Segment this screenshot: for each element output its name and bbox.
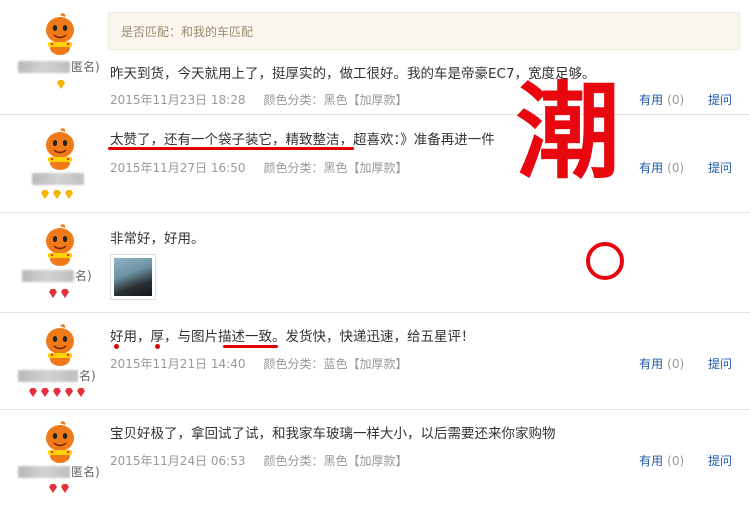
- blurred-username: [22, 269, 74, 282]
- review-photo-thumbnail[interactable]: [110, 254, 156, 300]
- red-underline-annotation: [223, 345, 278, 348]
- diamond-icon: [61, 289, 69, 298]
- review-item: 名) 非常好，好用。: [0, 213, 750, 313]
- blurred-username: [18, 465, 70, 478]
- ask-button[interactable]: 提问: [708, 454, 732, 468]
- review-variant: 颜色分类：黑色【加厚款】: [263, 454, 408, 468]
- review-content-rest: ，超喜欢：》准备再进一件: [339, 132, 495, 148]
- review-date: 2015年11月24日 06:53: [110, 454, 246, 468]
- diamond-icon: [49, 484, 57, 493]
- review-content-part: 。发货快，快递迅速，给五星评！: [272, 329, 475, 345]
- user-avatar[interactable]: [38, 12, 82, 56]
- username[interactable]: 名): [18, 367, 96, 383]
- mascot-avatar-icon: [45, 223, 75, 267]
- review-variant: 颜色分类：黑色【加厚款】: [263, 93, 408, 107]
- blurred-username: [32, 172, 84, 185]
- diamond-icon: [41, 190, 49, 199]
- useful-label: 有用: [639, 454, 664, 468]
- review-actions: 有用 (0) 提问: [639, 355, 732, 372]
- anonymous-label: 名): [75, 269, 92, 283]
- diamond-icon: [65, 388, 73, 397]
- blurred-username: [18, 60, 70, 73]
- review-content: 好用，厚，与图片描述一致。发货快，快递迅速，给五星评！: [110, 325, 475, 345]
- review-item: 太赞了，还有一个袋子装它，精致整洁，超喜欢：》准备再进一件 2015年11月27…: [0, 115, 750, 213]
- useful-label: 有用: [639, 161, 664, 175]
- useful-label: 有用: [639, 93, 664, 107]
- user-level-badges: [28, 388, 86, 400]
- username[interactable]: 名): [22, 267, 92, 283]
- red-dot-annotation: [114, 344, 119, 349]
- anonymous-label: 匿名): [71, 465, 100, 479]
- username[interactable]: 匿名): [18, 58, 100, 74]
- user-level-badges: [56, 80, 66, 92]
- useful-count: (0): [667, 93, 685, 107]
- user-avatar[interactable]: [38, 420, 82, 464]
- ask-button[interactable]: 提问: [708, 161, 732, 175]
- diamond-icon: [29, 388, 37, 397]
- anonymous-label: 名): [79, 369, 96, 383]
- review-meta: 2015年11月27日 16:50 颜色分类：黑色【加厚款】: [110, 159, 408, 176]
- useful-count: (0): [667, 454, 685, 468]
- username[interactable]: [32, 171, 84, 185]
- red-underline-annotation: [108, 147, 354, 150]
- review-item: 匿名) 宝贝好极了，拿回试了试，和我家车玻璃一样大小，以后需要还来你家购物 20…: [0, 410, 750, 509]
- car-mat-photo: [114, 258, 152, 296]
- user-level-badges: [48, 484, 70, 496]
- diamond-icon: [53, 388, 61, 397]
- review-date: 2015年11月21日 14:40: [110, 357, 246, 371]
- diamond-icon: [77, 388, 85, 397]
- review-variant: 颜色分类：蓝色【加厚款】: [263, 357, 408, 371]
- review-content: 非常好，好用。: [110, 231, 205, 247]
- review-item: 匿名) 是否匹配：和我的车匹配 昨天到货，今天就用上了，挺厚实的，做工很好。我的…: [0, 0, 750, 115]
- useful-button[interactable]: 有用 (0): [639, 454, 684, 468]
- match-info-box: 是否匹配：和我的车匹配: [108, 12, 740, 50]
- review-content: 宝贝好极了，拿回试了试，和我家车玻璃一样大小，以后需要还来你家购物: [110, 426, 556, 442]
- review-date: 2015年11月27日 16:50: [110, 161, 246, 175]
- anonymous-label: 匿名): [71, 60, 100, 74]
- mascot-avatar-icon: [45, 420, 75, 464]
- review-meta: 2015年11月24日 06:53 颜色分类：黑色【加厚款】: [110, 452, 408, 469]
- review-meta: 2015年11月23日 18:28 颜色分类：黑色【加厚款】: [110, 91, 408, 108]
- useful-count: (0): [667, 357, 685, 371]
- review-item: 名) 好用，厚，与图片描述一致。发货快，快递迅速，给五星评！ 2015年11月2…: [0, 313, 750, 410]
- blurred-username: [18, 369, 78, 382]
- useful-button[interactable]: 有用 (0): [639, 93, 684, 107]
- diamond-icon: [41, 388, 49, 397]
- ask-button[interactable]: 提问: [708, 357, 732, 371]
- match-info-text: 是否匹配：和我的车匹配: [121, 25, 254, 39]
- review-variant: 颜色分类：黑色【加厚款】: [263, 161, 408, 175]
- mascot-avatar-icon: [45, 127, 75, 171]
- user-level-badges: [48, 289, 70, 301]
- review-actions: 有用 (0) 提问: [639, 91, 732, 108]
- review-content-highlight: 描述一致: [218, 329, 272, 345]
- useful-count: (0): [667, 161, 685, 175]
- diamond-icon: [49, 289, 57, 298]
- user-avatar[interactable]: [38, 127, 82, 171]
- useful-button[interactable]: 有用 (0): [639, 357, 684, 371]
- review-meta: 2015年11月21日 14:40 颜色分类：蓝色【加厚款】: [110, 355, 408, 372]
- review-content: 太赞了，还有一个袋子装它，精致整洁，超喜欢：》准备再进一件: [110, 128, 495, 148]
- username[interactable]: 匿名): [18, 463, 100, 479]
- diamond-icon: [53, 190, 61, 199]
- red-circle-annotation: [586, 242, 624, 280]
- review-content-part: 好用，厚，与图片: [110, 329, 218, 345]
- diamond-icon: [61, 484, 69, 493]
- mascot-avatar-icon: [45, 323, 75, 367]
- useful-button[interactable]: 有用 (0): [639, 161, 684, 175]
- diamond-icon: [57, 80, 65, 89]
- mascot-avatar-icon: [45, 12, 75, 56]
- user-avatar[interactable]: [38, 323, 82, 367]
- overlay-chao-character: 潮: [516, 70, 621, 193]
- review-date: 2015年11月23日 18:28: [110, 93, 246, 107]
- review-actions: 有用 (0) 提问: [639, 452, 732, 469]
- red-dot-annotation: [155, 344, 160, 349]
- ask-button[interactable]: 提问: [708, 93, 732, 107]
- review-actions: 有用 (0) 提问: [639, 159, 732, 176]
- user-avatar[interactable]: [38, 223, 82, 267]
- useful-label: 有用: [639, 357, 664, 371]
- review-content-highlight: 太赞了，还有一个袋子装它，精致整洁: [110, 132, 340, 148]
- user-level-badges: [40, 190, 74, 202]
- diamond-icon: [65, 190, 73, 199]
